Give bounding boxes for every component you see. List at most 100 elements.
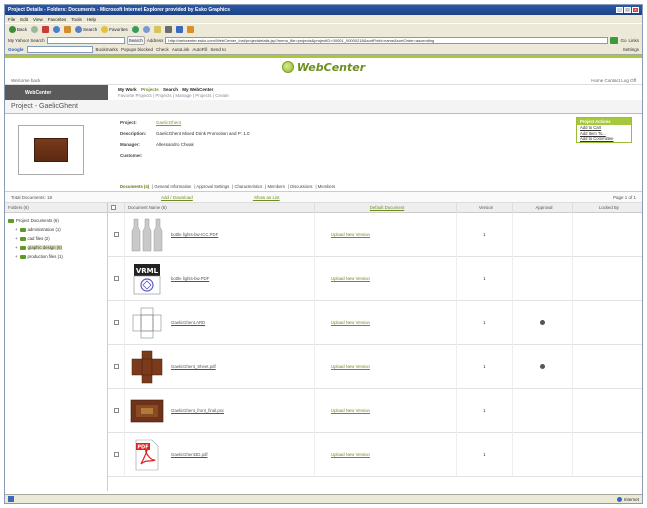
table-row: VRML bottle lights-bw.PDF Upload New Ver… [108,256,642,301]
document-name-link[interactable]: GaelicGhent3D.pdf [171,452,208,457]
tab-documents[interactable]: Documents (4) [120,184,149,189]
history-button[interactable] [142,25,151,34]
row-checkbox[interactable] [113,452,119,457]
google-send-to[interactable]: Send to [210,47,226,52]
google-check[interactable]: Check [156,47,169,52]
nav-link-my-work[interactable]: My Work [118,87,137,92]
expand-icon[interactable]: + [15,236,18,241]
google-settings[interactable]: Settings [623,47,639,52]
utility-links[interactable]: Home Contact Log Off [591,78,636,83]
upload-new-version-link[interactable]: Upload New Version [331,408,370,413]
vrml-thumbnail-icon[interactable]: VRML [127,260,167,298]
action-add-to-committee[interactable]: Add to Committee [577,136,631,142]
row-checkbox[interactable] [113,320,119,325]
media-button[interactable] [131,25,140,34]
col-version[interactable]: Version [457,202,513,213]
mail-button[interactable] [153,25,162,34]
cad-drawing-thumbnail-icon[interactable] [127,304,167,342]
tree-item-graphic-design[interactable]: + graphic design (6) [5,243,107,252]
expand-icon[interactable]: + [15,245,18,250]
row-checkbox[interactable] [113,276,119,281]
col-default-document[interactable]: Default Document [315,202,457,213]
project-actions-title: Project Actions [577,118,631,125]
home-button[interactable] [63,25,72,34]
google-autolink[interactable]: AutoLink [172,47,190,52]
minimize-button[interactable]: _ [616,7,623,13]
google-autofill[interactable]: AutoFill [192,47,207,52]
diecut-thumbnail-icon[interactable] [127,348,167,386]
menu-edit[interactable]: Edit [20,17,28,22]
tree-root[interactable]: Project Documents (6) [5,216,107,225]
page-icon [8,496,14,502]
menu-tools[interactable]: Tools [71,17,82,22]
row-checkbox[interactable] [113,364,119,369]
google-bookmarks[interactable]: Bookmarks [96,47,119,52]
nav-link-search[interactable]: Search [163,87,178,92]
upload-new-version-link[interactable]: Upload New Version [331,232,370,237]
go-button[interactable] [610,36,619,44]
nav-tab-webcenter[interactable]: WebCenter [5,85,108,100]
document-name-link[interactable]: GaelicGhent_front_final.psc [171,408,224,413]
google-search-input[interactable] [26,46,93,53]
maximize-button[interactable]: □ [624,7,631,13]
tab-characteristics[interactable]: Characteristics [235,184,263,189]
document-name-link[interactable]: GaelicGhent.ARD [171,320,205,325]
select-all-checkbox[interactable] [111,204,116,210]
links-label[interactable]: Links [628,38,639,43]
upload-new-version-link[interactable]: Upload New Version [331,320,370,325]
tree-item-administration[interactable]: + administration (1) [5,225,107,234]
address-input[interactable]: http://webcenter.esko.com/WebCenter_Inst… [165,36,609,44]
upload-new-version-link[interactable]: Upload New Version [331,452,370,457]
tree-item-production-files[interactable]: + production files (1) [5,252,107,261]
expand-icon[interactable]: + [15,254,18,259]
add-download-link[interactable]: Add / Download [161,195,193,200]
box-front-thumbnail-icon[interactable] [127,392,167,430]
nav-link-my-webcenter[interactable]: My WebCenter [182,87,213,92]
upload-new-version-link[interactable]: Upload New Version [331,276,370,281]
menu-file[interactable]: File [8,17,15,22]
product-box-image [34,138,68,162]
svg-text:VRML: VRML [136,267,159,275]
bottles-thumbnail-icon[interactable] [127,216,167,254]
document-name-link[interactable]: bottle lights-bw.PDF [171,276,209,281]
edit-button[interactable] [175,25,184,34]
favorites-button[interactable]: Favorites [100,25,129,34]
approval-cell [513,212,573,257]
tab-approval-settings[interactable]: Approval Settings [196,184,229,189]
google-popups[interactable]: Popups blocked [121,47,153,52]
document-name-link[interactable]: GaelicGhent_Sheet.pdf [171,364,216,369]
print-button[interactable] [164,25,173,34]
show-as-list-link[interactable]: Show as List [254,195,280,200]
nav-link-projects[interactable]: Projects [141,87,159,92]
col-locked-by[interactable]: Locked By [573,203,642,213]
stop-button[interactable] [41,25,50,34]
close-button[interactable]: × [632,7,639,13]
discuss-button[interactable] [186,25,195,34]
tab-general-information[interactable]: General Information [154,184,191,189]
row-checkbox[interactable] [113,232,119,237]
search-button[interactable]: Search [74,25,98,34]
yahoo-search-button[interactable]: Search [126,35,145,45]
col-document-name[interactable]: Document Name (6) [125,202,315,213]
document-name-link[interactable]: bottle lights-bw-ICC.PDF [171,232,218,237]
forward-button[interactable] [30,25,39,34]
col-approval[interactable]: Approval [513,202,573,213]
mail-icon [153,26,161,33]
nav-sub-links[interactable]: Favorite Projects | Projects | Manage | … [118,93,229,99]
menu-view[interactable]: View [33,17,43,22]
back-button[interactable]: Back [8,25,28,34]
tab-members[interactable]: Members [267,184,284,189]
tab-discussions[interactable]: Discussions [290,184,312,189]
project-link[interactable]: GaelicGhent [156,120,181,125]
folder-icon [19,245,26,250]
yahoo-search-input[interactable] [46,36,125,44]
tab-members-2[interactable]: Members [318,184,335,189]
menu-help[interactable]: Help [87,17,96,22]
menu-favorites[interactable]: Favorites [48,17,67,22]
upload-new-version-link[interactable]: Upload New Version [331,364,370,369]
expand-icon[interactable]: + [15,227,18,232]
pdf-file-icon[interactable]: PDF [127,436,167,474]
tree-item-cad-files[interactable]: + cad files (2) [5,234,107,243]
refresh-button[interactable] [52,25,61,34]
row-checkbox[interactable] [113,408,119,413]
